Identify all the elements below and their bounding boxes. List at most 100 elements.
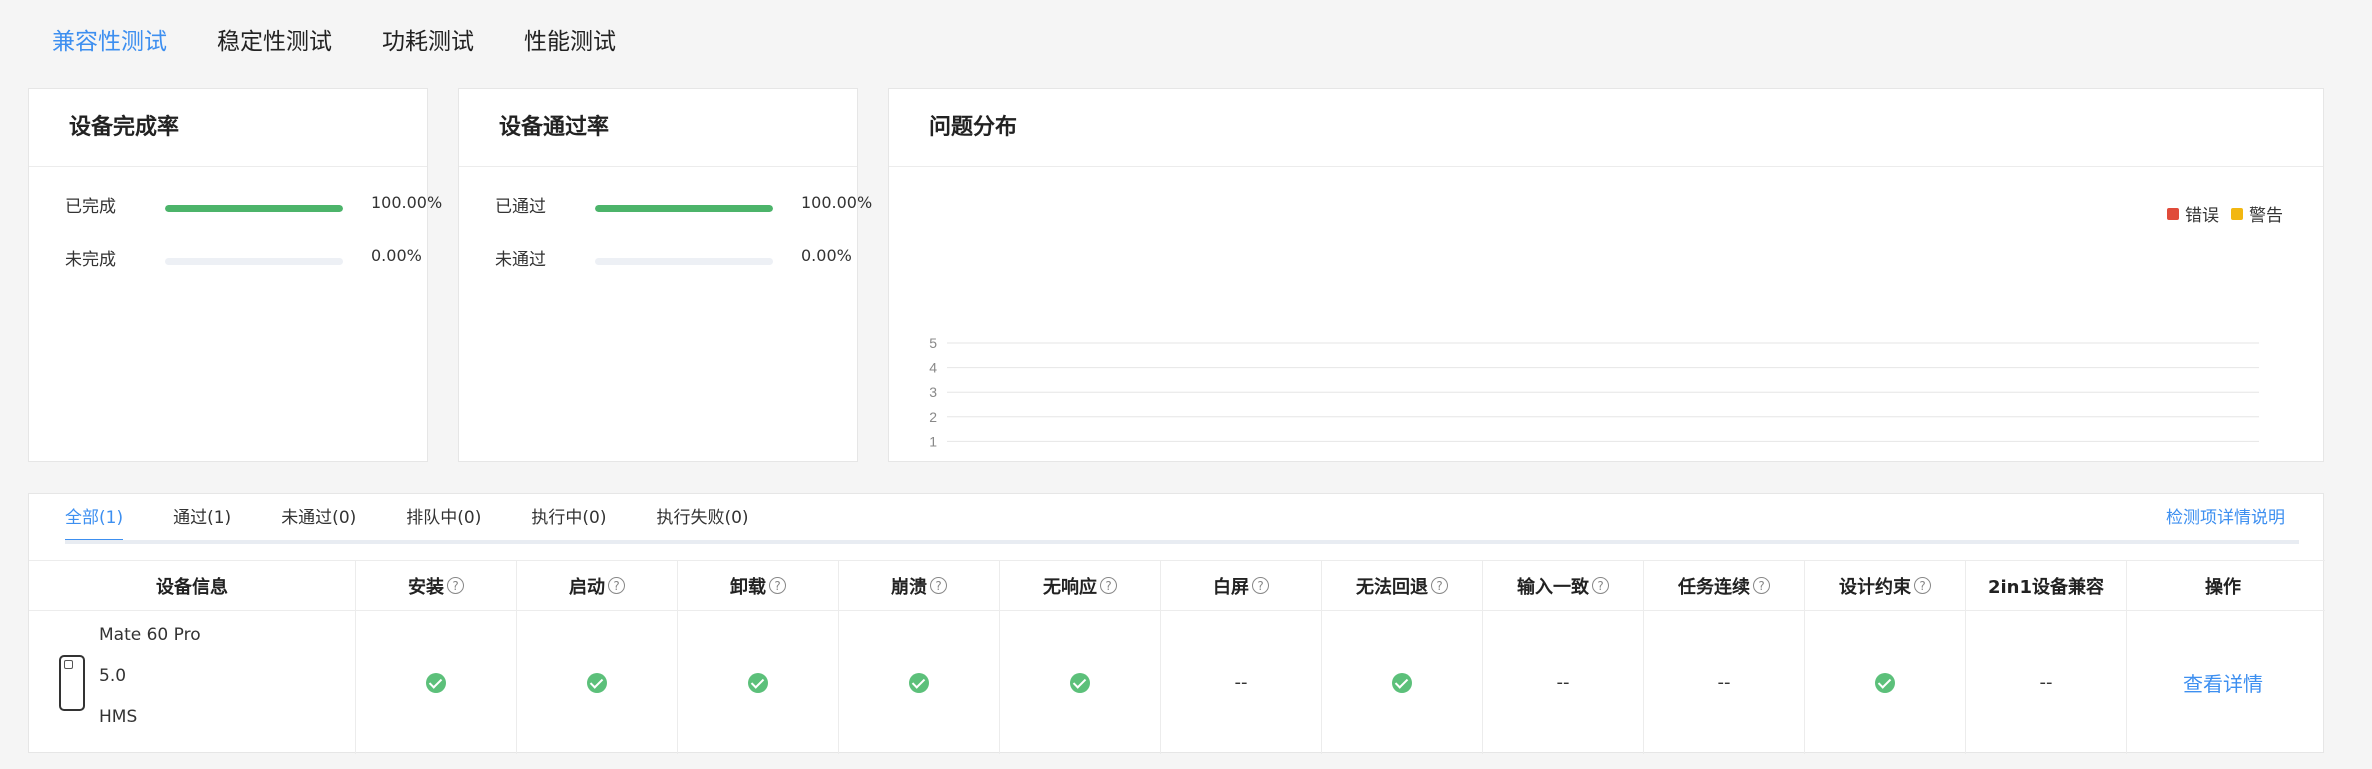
failed-label: 未通过 <box>495 250 546 270</box>
pass-rate-card: 设备通过率 已通过 100.00% 未通过 0.00% <box>458 88 872 462</box>
check-status-cell: -- <box>1483 611 1644 754</box>
phone-icon <box>59 655 85 711</box>
tab-underline-track <box>65 540 2299 544</box>
completed-value: 100.00% <box>371 193 443 212</box>
filter-tab-execution-failed[interactable]: 执行失败(0) <box>656 494 748 542</box>
check-status-cell <box>1322 611 1483 754</box>
passed-row: 已通过 100.00% <box>495 192 872 222</box>
tab-power[interactable]: 功耗测试 <box>382 25 474 59</box>
check-item-details-link[interactable]: 检测项详情说明 <box>2166 494 2285 542</box>
passed-progress-bar <box>595 205 773 212</box>
tab-compatibility[interactable]: 兼容性测试 <box>52 25 167 59</box>
column-header-check-6: 无法回退? <box>1322 561 1483 610</box>
help-icon[interactable]: ? <box>1914 577 1931 594</box>
check-pass-icon <box>1875 672 1895 693</box>
column-header-check-0: 安装? <box>356 561 517 610</box>
pass-rate-card-title: 设备通过率 <box>459 89 857 167</box>
check-not-applicable: -- <box>1717 672 1731 693</box>
column-header-check-10: 2in1设备兼容 <box>1966 561 2127 610</box>
check-pass-icon <box>909 672 929 693</box>
help-icon[interactable]: ? <box>1431 577 1448 594</box>
device-services: HMS <box>99 707 138 727</box>
completed-label: 已完成 <box>65 197 116 217</box>
y-tick-label: 0 <box>929 458 937 461</box>
check-pass-icon <box>587 672 607 693</box>
results-table: 设备信息 安装? 启动? 卸载? 崩溃? 无响应? 白屏? 无法回退? 输入一致? 任务连续? 设… <box>29 560 2325 754</box>
uncompleted-label: 未完成 <box>65 250 116 270</box>
check-not-applicable: -- <box>1234 672 1248 693</box>
check-pass-icon <box>748 672 768 693</box>
completed-progress-fill <box>165 205 343 212</box>
column-header-label: 崩溃 <box>891 576 927 598</box>
help-icon[interactable]: ? <box>608 577 625 594</box>
table-header: 设备信息 安装? 启动? 卸载? 崩溃? 无响应? 白屏? 无法回退? 输入一致? 任务连续? 设… <box>29 561 2325 611</box>
results-panel: 全部(1) 通过(1) 未通过(0) 排队中(0) 执行中(0) 执行失败(0)… <box>28 493 2325 754</box>
filter-tab-queued[interactable]: 排队中(0) <box>406 494 481 542</box>
y-tick-label: 1 <box>929 433 937 449</box>
check-status-cell: -- <box>1644 611 1805 754</box>
column-header-check-3: 崩溃? <box>839 561 1000 610</box>
filter-tab-failed[interactable]: 未通过(0) <box>281 494 356 542</box>
table-row: Mate 60 Pro 5.0 HMS -- -- -- -- 查看详情 <box>29 611 2325 754</box>
tab-stability[interactable]: 稳定性测试 <box>217 25 332 59</box>
device-info-cell: Mate 60 Pro 5.0 HMS <box>29 611 356 754</box>
help-icon[interactable]: ? <box>1753 577 1770 594</box>
check-status-cell <box>356 611 517 754</box>
column-header-check-4: 无响应? <box>1000 561 1161 610</box>
column-header-label: 无法回退 <box>1356 576 1428 598</box>
help-icon[interactable]: ? <box>1592 577 1609 594</box>
completed-progress-bar <box>165 205 343 212</box>
failed-progress-bar <box>595 258 773 265</box>
y-tick-label: 3 <box>929 384 937 400</box>
column-header-label: 白屏 <box>1213 576 1249 598</box>
tab-performance[interactable]: 性能测试 <box>524 25 616 59</box>
device-os-version: 5.0 <box>99 666 127 686</box>
column-header-label: 无响应 <box>1043 576 1097 598</box>
issue-distribution-card: 问题分布 错误 警告 012345安装启动卸载崩溃无响应白屏无法回退输入一致任务… <box>888 88 2324 462</box>
column-header-label: 卸载 <box>730 576 766 598</box>
help-icon[interactable]: ? <box>1100 577 1117 594</box>
column-header-action: 操作 <box>2205 576 2241 598</box>
uncompleted-row: 未完成 0.00% <box>65 245 425 275</box>
uncompleted-value: 0.00% <box>371 246 422 265</box>
column-header-device: 设备信息 <box>29 561 356 610</box>
check-pass-icon <box>1070 672 1090 693</box>
filter-tab-all[interactable]: 全部(1) <box>65 494 124 542</box>
filter-tab-running[interactable]: 执行中(0) <box>531 494 606 542</box>
device-info: Mate 60 Pro 5.0 HMS <box>99 615 201 738</box>
help-icon[interactable]: ? <box>1252 577 1269 594</box>
column-header-check-1: 启动? <box>517 561 678 610</box>
column-header-label: 设计约束 <box>1839 576 1911 598</box>
check-status-cell <box>1000 611 1161 754</box>
check-pass-icon <box>1392 672 1412 693</box>
y-tick-label: 2 <box>929 409 937 425</box>
passed-label: 已通过 <box>495 197 546 217</box>
check-status-cell <box>1805 611 1966 754</box>
completion-card-title: 设备完成率 <box>29 89 427 167</box>
check-status-cell <box>678 611 839 754</box>
column-header-check-5: 白屏? <box>1161 561 1322 610</box>
y-tick-label: 4 <box>929 360 937 376</box>
help-icon[interactable]: ? <box>930 577 947 594</box>
column-header-check-9: 设计约束? <box>1805 561 1966 610</box>
top-tab-bar: 兼容性测试 稳定性测试 功耗测试 性能测试 <box>52 25 616 59</box>
issue-chart: 012345安装启动卸载崩溃无响应白屏无法回退输入一致任务连续设计约束2in1设… <box>929 335 2259 461</box>
uncompleted-progress-bar <box>165 258 343 265</box>
column-header-label: 启动 <box>569 576 605 598</box>
failed-value: 0.00% <box>801 246 852 265</box>
column-header-label: 输入一致 <box>1517 576 1589 598</box>
check-not-applicable: -- <box>2039 672 2053 693</box>
help-icon[interactable]: ? <box>447 577 464 594</box>
check-not-applicable: -- <box>1556 672 1570 693</box>
filter-tab-passed[interactable]: 通过(1) <box>173 494 231 542</box>
view-details-link[interactable]: 查看详情 <box>2183 668 2263 697</box>
column-header-label: 安装 <box>408 576 444 598</box>
check-status-cell: -- <box>1161 611 1322 754</box>
check-status-cell: -- <box>1966 611 2127 754</box>
completed-row: 已完成 100.00% <box>65 192 442 222</box>
y-tick-label: 5 <box>929 335 937 351</box>
action-cell: 查看详情 <box>2127 611 2319 754</box>
failed-row: 未通过 0.00% <box>495 245 855 275</box>
help-icon[interactable]: ? <box>769 577 786 594</box>
device-model: Mate 60 Pro <box>99 625 201 645</box>
